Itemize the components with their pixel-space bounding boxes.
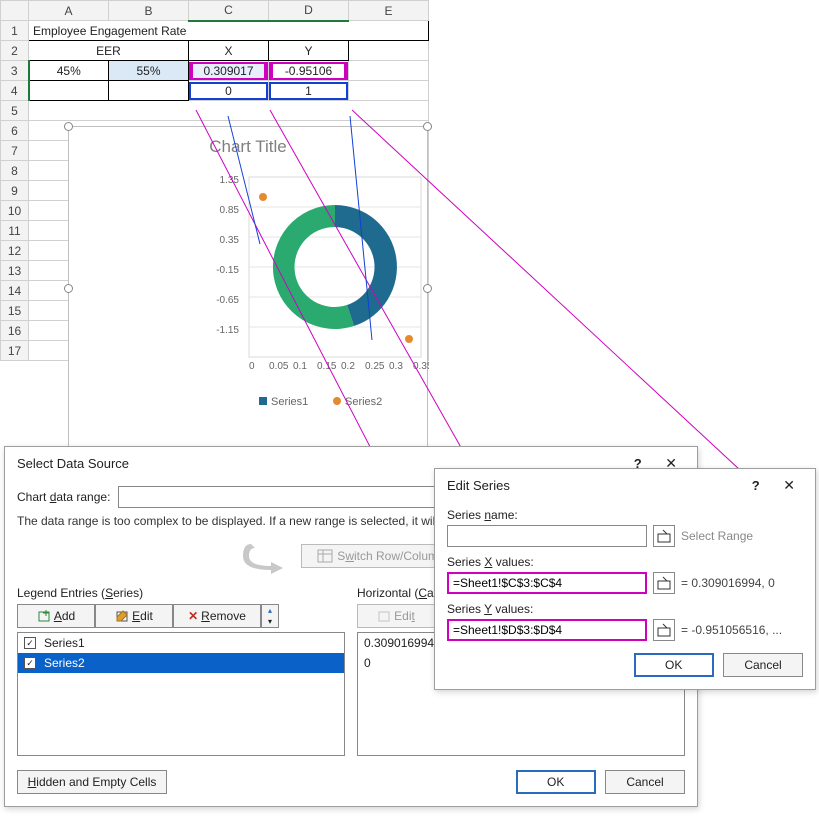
ok-button[interactable]: OK	[634, 653, 714, 677]
cancel-button[interactable]: Cancel	[605, 770, 685, 794]
col-A[interactable]: A	[29, 1, 109, 21]
svg-text:0.25: 0.25	[365, 361, 385, 372]
svg-text:0.35: 0.35	[220, 235, 240, 246]
hidden-empty-cells-button[interactable]: Hidden and Empty Cells	[17, 770, 167, 794]
col-B[interactable]: B	[109, 1, 189, 21]
chart-title[interactable]: Chart Title	[69, 137, 427, 157]
svg-text:0: 0	[249, 361, 255, 372]
row-4[interactable]: 4	[1, 81, 29, 101]
edit-series-dialog[interactable]: Edit Series ? ✕ Series name: Select Rang…	[434, 468, 816, 690]
col-E[interactable]: E	[349, 1, 429, 21]
chart-object[interactable]: Chart Title 1.35 0.85 0.35 -0.15 -0.65 -…	[68, 126, 428, 452]
col-C[interactable]: C	[189, 1, 269, 21]
svg-text:-1.15: -1.15	[216, 325, 239, 336]
cell-C4[interactable]: 0	[189, 81, 269, 101]
list-item[interactable]: ✓Series1	[18, 633, 344, 653]
cell-B4[interactable]	[109, 81, 189, 101]
cell-A3[interactable]: 45%	[29, 61, 109, 81]
chart-plot: 1.35 0.85 0.35 -0.15 -0.65 -1.15 0 0.05 …	[69, 157, 429, 417]
ok-button[interactable]: OK	[516, 770, 596, 794]
cell-D4[interactable]: 1	[269, 81, 349, 101]
series-x-label: Series X values:	[447, 555, 803, 569]
cancel-button[interactable]: Cancel	[723, 653, 803, 677]
series-x-input[interactable]	[447, 572, 647, 594]
svg-text:0.3: 0.3	[389, 361, 403, 372]
range-picker-icon[interactable]	[653, 525, 675, 547]
series-x-preview: = 0.309016994, 0	[681, 576, 775, 590]
dialog-title: Edit Series	[447, 478, 510, 493]
y-header[interactable]: Y	[269, 41, 349, 61]
range-picker-icon[interactable]	[653, 572, 675, 594]
cell-D3[interactable]: -0.95106	[269, 61, 349, 81]
row-2[interactable]: 2	[1, 41, 29, 61]
range-label: Chart data range:	[17, 490, 110, 504]
svg-text:0.15: 0.15	[317, 361, 337, 372]
series-y-preview: = -0.951056516, ...	[681, 623, 782, 637]
series-name-input[interactable]	[447, 525, 647, 547]
series-listbox[interactable]: ✓Series1 ✓Series2	[17, 632, 345, 756]
dialog-title: Select Data Source	[17, 456, 129, 471]
switch-arrow-icon	[241, 536, 301, 576]
row-1[interactable]: 1	[1, 21, 29, 41]
select-range-hint: Select Range	[681, 529, 753, 543]
axis-edit-button: Edit	[357, 604, 435, 628]
cell-A4[interactable]	[29, 81, 109, 101]
series-y-input[interactable]	[447, 619, 647, 641]
eer-header[interactable]: EER	[29, 41, 189, 61]
edit-button[interactable]: Edit	[95, 604, 173, 628]
series-y-label: Series Y values:	[447, 602, 803, 616]
close-icon[interactable]: ✕	[775, 477, 803, 493]
help-icon[interactable]: ?	[740, 478, 772, 493]
svg-text:Series2: Series2	[345, 396, 382, 408]
x-header[interactable]: X	[189, 41, 269, 61]
add-button[interactable]: Add	[17, 604, 95, 628]
legend-entries-label: Legend Entries (Series)	[17, 586, 345, 600]
range-picker-icon[interactable]	[653, 619, 675, 641]
svg-text:0.2: 0.2	[341, 361, 355, 372]
cell-B3[interactable]: 55%	[109, 61, 189, 81]
series-name-label: Series name:	[447, 508, 803, 522]
col-D[interactable]: D	[269, 1, 349, 21]
svg-text:-0.65: -0.65	[216, 295, 239, 306]
svg-text:0.05: 0.05	[269, 361, 289, 372]
row-3[interactable]: 3	[1, 61, 29, 81]
svg-text:0.35: 0.35	[413, 361, 429, 372]
svg-text:0.85: 0.85	[220, 205, 240, 216]
title-cell[interactable]: Employee Engagement Rate	[29, 21, 429, 41]
move-series-spinner[interactable]: ▴▾	[261, 604, 279, 628]
svg-text:Series1: Series1	[271, 396, 308, 408]
cell-C3[interactable]: 0.309017	[189, 61, 269, 81]
list-item[interactable]: ✓Series2	[18, 653, 344, 673]
svg-text:1.35: 1.35	[220, 175, 240, 186]
svg-text:-0.15: -0.15	[216, 265, 239, 276]
remove-button[interactable]: ✕Remove	[173, 604, 261, 628]
svg-text:0.1: 0.1	[293, 361, 307, 372]
